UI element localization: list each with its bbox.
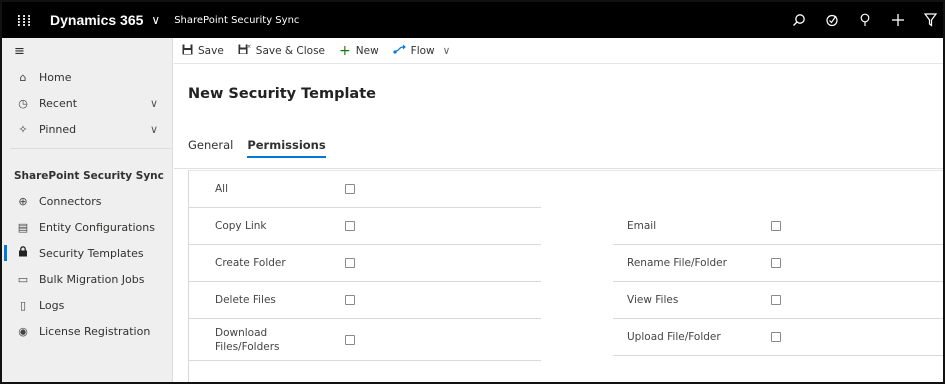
chevron-down-icon[interactable]: ∨ bbox=[150, 123, 158, 136]
lock-icon bbox=[14, 246, 32, 260]
save-close-label: Save & Close bbox=[255, 44, 326, 57]
sidebar-item-pinned[interactable]: ✧ Pinned ∨ bbox=[2, 116, 172, 142]
sidebar-item-security-templates[interactable]: Security Templates bbox=[2, 240, 172, 266]
sidebar-item-license-registration[interactable]: ◉ License Registration bbox=[2, 318, 172, 344]
permission-row-upload: Upload File/Folder bbox=[613, 319, 943, 356]
sidebar-item-label: Connectors bbox=[39, 194, 102, 208]
hamburger-icon[interactable]: ≡ bbox=[2, 38, 172, 64]
sidebar-item-label: Logs bbox=[39, 298, 65, 312]
filter-icon[interactable] bbox=[914, 2, 943, 38]
sidebar-item-label: Entity Configurations bbox=[39, 220, 155, 234]
plus-icon: + bbox=[339, 42, 351, 59]
permission-label: All bbox=[215, 183, 229, 195]
permission-row-download: Download Files/Folders bbox=[189, 319, 541, 361]
sidebar-item-label: Security Templates bbox=[39, 246, 144, 260]
permission-label: Delete Files bbox=[215, 294, 276, 306]
permission-row-view-files: View Files bbox=[613, 282, 943, 319]
sidebar-item-label: Recent bbox=[39, 96, 78, 110]
permission-label: Email bbox=[627, 220, 657, 232]
copy-link-checkbox[interactable] bbox=[345, 221, 355, 231]
download-checkbox[interactable] bbox=[345, 334, 355, 345]
all-checkbox[interactable] bbox=[345, 184, 355, 194]
upload-checkbox[interactable] bbox=[771, 332, 781, 342]
save-label: Save bbox=[198, 44, 224, 57]
table-icon: ▤ bbox=[17, 220, 29, 234]
email-checkbox[interactable] bbox=[771, 221, 781, 231]
app-name[interactable]: SharePoint Security Sync bbox=[174, 15, 299, 26]
sidebar-item-label: Home bbox=[39, 70, 72, 84]
task-icon[interactable] bbox=[815, 2, 848, 38]
sidebar-item-entity-configurations[interactable]: ▤ Entity Configurations bbox=[2, 214, 172, 240]
tab-general[interactable]: General bbox=[188, 138, 233, 158]
form-tabs: General Permissions bbox=[188, 138, 340, 158]
command-bar: Save × Save & Close + New Flow ∨ bbox=[174, 38, 943, 64]
brand-name[interactable]: Dynamics 365 bbox=[46, 12, 143, 28]
permissions-right-column: Email Rename File/Folder View Files Uplo… bbox=[613, 208, 943, 356]
top-nav-bar: ⁞⁞⁞ Dynamics 365 ∨ SharePoint Security S… bbox=[2, 2, 943, 38]
permissions-section: All Copy Link Create Folder Delete Files… bbox=[188, 170, 943, 382]
permission-label: Upload File/Folder bbox=[627, 331, 721, 343]
flow-label: Flow bbox=[410, 44, 435, 57]
chevron-down-icon[interactable]: ∨ bbox=[150, 97, 158, 110]
top-icon-group bbox=[782, 2, 943, 38]
permissions-left-column: All Copy Link Create Folder Delete Files… bbox=[189, 171, 541, 361]
sidebar-item-connectors[interactable]: ⊕ Connectors bbox=[2, 188, 172, 214]
save-button[interactable]: Save bbox=[182, 44, 224, 58]
sidebar-item-logs[interactable]: ▯ Logs bbox=[2, 292, 172, 318]
permission-row-all: All bbox=[189, 171, 541, 208]
sidebar-item-label: Pinned bbox=[39, 122, 77, 136]
permission-label: Copy Link bbox=[215, 220, 267, 232]
connector-icon: ⊕ bbox=[18, 194, 28, 208]
svg-text:×: × bbox=[247, 44, 251, 50]
document-icon: ▯ bbox=[19, 298, 27, 312]
sidebar-item-recent[interactable]: ◷ Recent ∨ bbox=[2, 90, 172, 116]
pin-icon: ✧ bbox=[18, 122, 28, 136]
permission-row-delete-files: Delete Files bbox=[189, 282, 541, 319]
permission-label: Rename File/Folder bbox=[627, 257, 727, 269]
permission-row-rename: Rename File/Folder bbox=[613, 245, 943, 282]
rename-checkbox[interactable] bbox=[771, 258, 781, 268]
waffle-icon[interactable]: ⁞⁞⁞ bbox=[2, 2, 46, 38]
search-icon[interactable] bbox=[782, 2, 815, 38]
new-label: New bbox=[355, 44, 379, 57]
tab-divider bbox=[174, 168, 943, 169]
flow-icon bbox=[393, 44, 406, 57]
clock-icon: ◷ bbox=[18, 96, 28, 110]
sidebar-group-title: SharePoint Security Sync bbox=[10, 148, 172, 188]
page-title: New Security Template bbox=[188, 86, 376, 102]
create-folder-checkbox[interactable] bbox=[345, 258, 355, 268]
dynamics-icon: ◉ bbox=[18, 324, 28, 338]
permission-label: Download Files/Folders bbox=[215, 326, 280, 353]
sidebar-item-home[interactable]: ⌂ Home bbox=[2, 64, 172, 90]
sidebar: ≡ ⌂ Home ◷ Recent ∨ ✧ Pinned ∨ SharePoin… bbox=[2, 38, 173, 382]
new-button[interactable]: + New bbox=[339, 43, 379, 59]
sidebar-item-label: License Registration bbox=[39, 324, 151, 338]
plus-icon[interactable] bbox=[881, 2, 914, 38]
chevron-down-icon[interactable]: ∨ bbox=[443, 45, 451, 57]
view-files-checkbox[interactable] bbox=[771, 295, 781, 305]
home-icon: ⌂ bbox=[19, 70, 27, 84]
lightbulb-icon[interactable] bbox=[848, 2, 881, 38]
permission-row-create-folder: Create Folder bbox=[189, 245, 541, 282]
sidebar-item-bulk-migration-jobs[interactable]: ▭ Bulk Migration Jobs bbox=[2, 266, 172, 292]
save-icon bbox=[182, 44, 193, 58]
delete-files-checkbox[interactable] bbox=[345, 295, 355, 305]
permission-row-email: Email bbox=[613, 208, 943, 245]
app-window: ⁞⁞⁞ Dynamics 365 ∨ SharePoint Security S… bbox=[0, 0, 945, 384]
flow-button[interactable]: Flow ∨ bbox=[393, 44, 451, 57]
window-icon: ▭ bbox=[17, 272, 29, 286]
save-close-button[interactable]: × Save & Close bbox=[238, 43, 325, 58]
chevron-down-icon[interactable]: ∨ bbox=[151, 13, 160, 27]
permission-row-copy-link: Copy Link bbox=[189, 208, 541, 245]
permission-label: View Files bbox=[627, 294, 679, 306]
tab-permissions[interactable]: Permissions bbox=[247, 138, 326, 158]
save-close-icon: × bbox=[238, 43, 251, 58]
sidebar-item-label: Bulk Migration Jobs bbox=[39, 272, 145, 286]
permission-label: Create Folder bbox=[215, 257, 286, 269]
